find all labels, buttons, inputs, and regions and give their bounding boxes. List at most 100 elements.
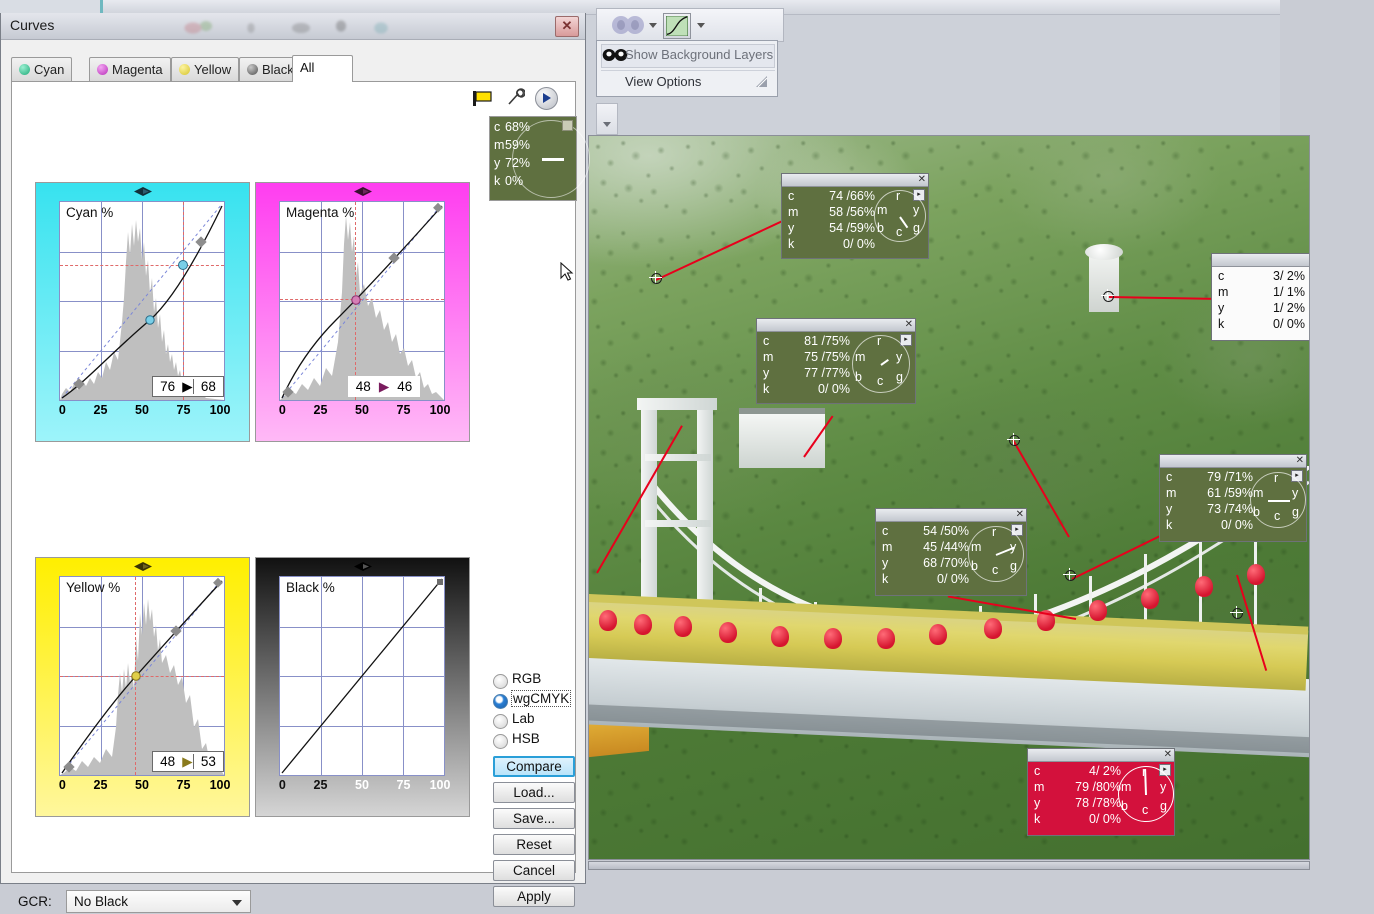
value-input-magenta[interactable]: 48: [348, 379, 378, 394]
radio-lab-indicator: [493, 714, 508, 729]
compare-button[interactable]: Compare: [493, 756, 575, 777]
apply-button[interactable]: Apply: [493, 886, 575, 907]
curve-dropdown-chevron-icon[interactable]: [697, 23, 705, 28]
curve-panel-cyan[interactable]: Cyan % 76 ▶ 68 0 25 50 75 100: [35, 182, 250, 442]
mouse-cursor: [560, 262, 574, 281]
value-box-yellow[interactable]: 48 ▶ 53: [152, 751, 224, 772]
sample-tooltip[interactable]: ✕ ▸ c 74 /66% m 58 /56% y 54 /59% k 0/ 0% r …: [781, 173, 929, 259]
tooltip-row-c: c 4/ 2%: [1034, 764, 1121, 778]
tooltip-titlebar[interactable]: ✕: [782, 174, 928, 187]
tab-cyan[interactable]: Cyan: [11, 57, 73, 81]
wrench-icon[interactable]: [505, 88, 525, 108]
gcr-value: No Black: [74, 894, 129, 909]
readout-row-m: m59%: [494, 138, 531, 152]
play-icon[interactable]: [535, 87, 558, 110]
curve-plot-black[interactable]: Black %: [279, 576, 445, 776]
tab-black-label: Black: [262, 62, 294, 77]
readout-expand-button[interactable]: [562, 120, 573, 131]
tab-magenta[interactable]: Magenta: [89, 57, 171, 81]
sample-marker[interactable]: [1063, 568, 1076, 581]
gcr-row: GCR: No Black: [18, 890, 258, 914]
view-toolbar: [596, 8, 784, 42]
readout-row-k: k 0%: [494, 174, 524, 188]
close-icon[interactable]: ✕: [1016, 509, 1024, 520]
tab-all[interactable]: All: [292, 55, 353, 82]
tooltip-titlebar[interactable]: ✕: [757, 319, 915, 332]
plot-label-yellow: Yellow %: [66, 580, 121, 595]
tooltip-titlebar[interactable]: ✕: [1160, 455, 1306, 468]
readout-needle: [542, 158, 564, 161]
curve-plot-magenta[interactable]: Magenta %: [279, 201, 445, 401]
sample-marker[interactable]: [649, 271, 662, 284]
sample-marker[interactable]: [1101, 289, 1114, 302]
plot-label-black: Black %: [286, 580, 335, 595]
value-box-magenta[interactable]: 48 ▶ 46: [348, 376, 420, 397]
close-icon[interactable]: ✕: [1164, 749, 1172, 760]
radio-wgcmyk[interactable]: wgCMYK: [493, 690, 579, 711]
curve-plot-cyan[interactable]: Cyan %: [59, 201, 225, 401]
menu-separator: [601, 70, 775, 71]
sample-marker[interactable]: [1230, 606, 1243, 619]
scroll-stub[interactable]: [596, 103, 618, 135]
reset-button[interactable]: Reset: [493, 834, 575, 855]
value-arrow-magenta: ▶: [378, 378, 390, 394]
curve-handle-icon[interactable]: [133, 187, 152, 196]
value-output-magenta[interactable]: 46: [390, 379, 420, 394]
cancel-button[interactable]: Cancel: [493, 860, 575, 881]
tooltip-body: ▸ c4/ 2% m79 /80% y78 /78% k0/ 0% r y g …: [1028, 762, 1174, 835]
menu-view-options-label[interactable]: View Options: [625, 74, 701, 89]
curve-panel-yellow[interactable]: Yellow % 48 ▶ 53 0 25 50 75 100: [35, 557, 250, 817]
red-lantern: [984, 618, 1002, 639]
value-input-yellow[interactable]: 48: [153, 754, 182, 769]
curves-titlebar[interactable]: Curves ✕: [1, 13, 585, 40]
photo-frame[interactable]: ✕ ▸ c 74 /66% m 58 /56% y 54 /59% k 0/ 0% r …: [588, 135, 1310, 860]
radio-lab[interactable]: Lab: [493, 711, 579, 731]
curves-mini-toolbar: [472, 86, 572, 112]
curves-body: Cyan Magenta Yellow Black All c 68% m59%…: [6, 44, 590, 913]
dialog-launcher-icon[interactable]: [755, 75, 768, 88]
value-input-cyan[interactable]: 76: [153, 379, 182, 394]
value-output-yellow[interactable]: 53: [192, 754, 223, 769]
mask-dropdown-chevron-icon[interactable]: [649, 23, 657, 28]
value-output-cyan[interactable]: 68: [192, 379, 223, 394]
axis-yellow: 0 25 50 75 100: [58, 778, 231, 792]
load-button[interactable]: Load...: [493, 782, 575, 803]
close-icon[interactable]: ✕: [905, 319, 913, 330]
wheel-needle: [1144, 768, 1147, 796]
tab-yellow[interactable]: Yellow: [171, 57, 240, 81]
curve-handle-icon[interactable]: [353, 187, 372, 196]
curve-handle-icon[interactable]: [133, 562, 152, 571]
curve-panel-magenta[interactable]: Magenta % 48 ▶ 46 0 25 50 75 100: [255, 182, 470, 442]
curve-plot-yellow[interactable]: Yellow %: [59, 576, 225, 776]
tooltip-titlebar[interactable]: ✕: [876, 509, 1026, 522]
tooltip-titlebar[interactable]: ✕: [1212, 254, 1309, 267]
red-lantern: [634, 614, 652, 635]
close-icon[interactable]: ✕: [1296, 455, 1304, 466]
save-button[interactable]: Save...: [493, 808, 575, 829]
curve-tool-button[interactable]: [663, 13, 691, 39]
curve-icon: [666, 16, 688, 36]
tooltip-row-c: c 79 /71%: [1166, 470, 1253, 484]
sample-marker[interactable]: [1007, 433, 1020, 446]
tooltip-titlebar[interactable]: ✕: [1028, 749, 1174, 762]
sample-tooltip[interactable]: ✕ ▸ c 54 /50% m 45 /44% y 68 /70% k 0/ 0% r …: [875, 508, 1027, 596]
curve-handle-icon[interactable]: [353, 562, 372, 571]
gcr-select[interactable]: No Black: [66, 890, 251, 913]
sample-tooltip[interactable]: ✕ ▸ c 81 /75% m 75 /75% y 77 /77% k 0/ 0% r …: [756, 318, 916, 404]
close-icon[interactable]: ✕: [918, 174, 926, 185]
sample-tooltip[interactable]: ✕ ▸ c4/ 2% m79 /80% y78 /78% k0/ 0% r y …: [1027, 748, 1175, 836]
tooltip-row-k: k 0/ 0%: [882, 572, 969, 586]
tooltip-row-m: m 75 /75%: [763, 350, 850, 364]
curve-panel-black[interactable]: Black % 0 25 50 75 100: [255, 557, 470, 817]
mask-icon[interactable]: [611, 15, 645, 35]
radio-hsb[interactable]: HSB: [493, 731, 579, 751]
sample-tooltip[interactable]: ✕ ▸ c 79 /71% m 61 /59% y 73 /74% k 0/ 0% r …: [1159, 454, 1307, 542]
sample-tooltip[interactable]: ✕ ▸ c3/ 2% m1/ 1% y1/ 2% k0/ 0% r y g c …: [1211, 253, 1309, 341]
radio-rgb[interactable]: RGB: [493, 671, 579, 691]
canvas-bottom-bar: [588, 861, 1310, 870]
tab-cyan-label: Cyan: [34, 62, 65, 77]
flag-icon[interactable]: [472, 89, 494, 107]
close-icon[interactable]: ✕: [555, 16, 579, 37]
value-box-cyan[interactable]: 76 ▶ 68: [152, 376, 224, 397]
color-wheel: r y g c b m: [874, 189, 926, 242]
